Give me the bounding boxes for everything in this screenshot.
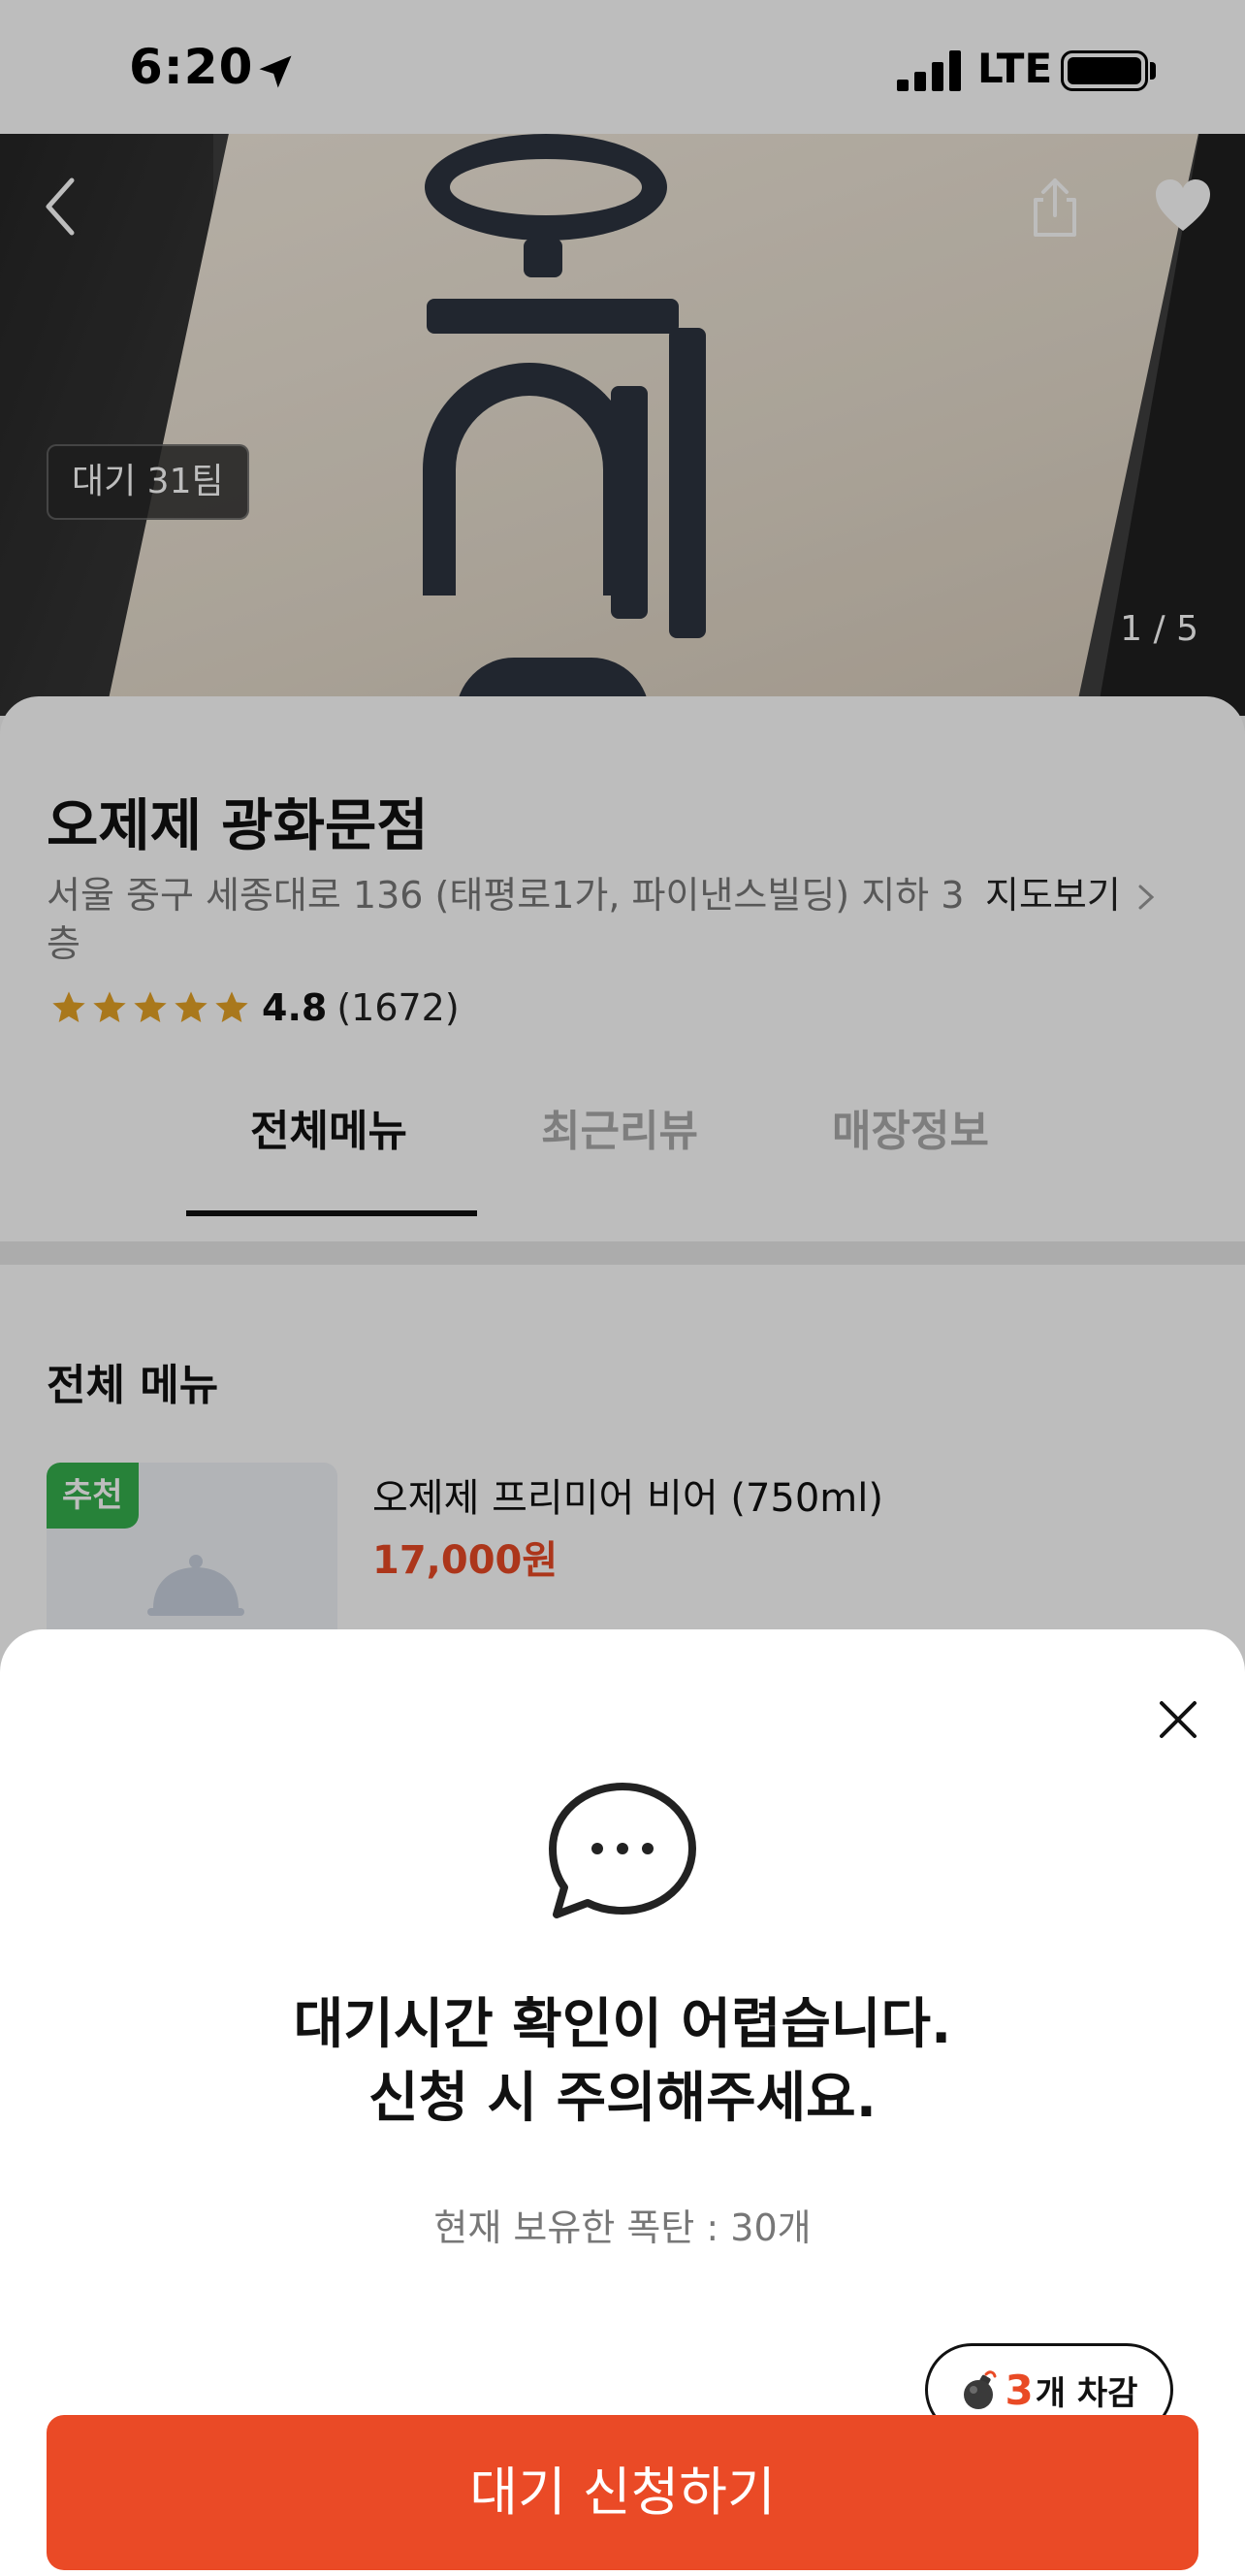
sheet-title-line-1: 대기시간 확인이 어렵습니다.	[293, 1993, 952, 2056]
bomb-icon	[963, 2370, 997, 2409]
apply-wait-button[interactable]: 대기 신청하기	[47, 2415, 1198, 2570]
bomb-deduct-label: 개 차감	[1035, 2373, 1138, 2413]
bomb-balance-text: 현재 보유한 폭탄 : 30개	[433, 2206, 812, 2249]
store-detail-screen: 6:20 LTE 대기 31팀 1 / 5 오제제 광화문점 서울 중구 세종대…	[0, 0, 1245, 2576]
close-icon[interactable]	[1154, 1695, 1202, 1744]
sheet-title-line-2: 신청 시 주의해주세요.	[368, 2067, 877, 2130]
chat-bubble-icon	[549, 1783, 696, 1918]
bomb-deduct-count: 3	[1005, 2366, 1034, 2414]
sheet-title: 대기시간 확인이 어렵습니다. 신청 시 주의해주세요.	[0, 1988, 1245, 2136]
